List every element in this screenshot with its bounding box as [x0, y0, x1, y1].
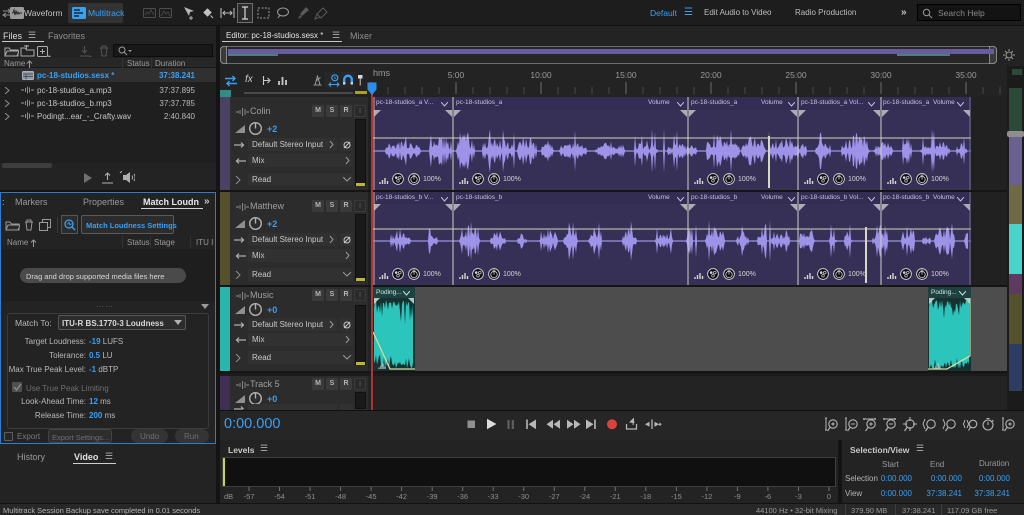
svg-text:10:00: 10:00 — [530, 70, 552, 80]
svg-text:dB: dB — [224, 492, 233, 501]
svg-text:0: 0 — [827, 492, 831, 501]
svg-text:-30: -30 — [518, 492, 529, 501]
svg-text:-48: -48 — [335, 492, 346, 501]
svg-text:15:00: 15:00 — [615, 70, 637, 80]
svg-text:-39: -39 — [427, 492, 438, 501]
svg-text:-21: -21 — [610, 492, 621, 501]
svg-text:-42: -42 — [396, 492, 407, 501]
svg-text:25:00: 25:00 — [785, 70, 807, 80]
svg-text:-27: -27 — [549, 492, 560, 501]
svg-text:5:00: 5:00 — [448, 70, 465, 80]
svg-text:-54: -54 — [274, 492, 285, 501]
svg-text:-33: -33 — [488, 492, 499, 501]
svg-text:-12: -12 — [701, 492, 712, 501]
svg-text:-9: -9 — [734, 492, 741, 501]
svg-text:-24: -24 — [579, 492, 590, 501]
svg-text:-15: -15 — [671, 492, 682, 501]
svg-text:-18: -18 — [640, 492, 651, 501]
svg-text:-51: -51 — [305, 492, 316, 501]
svg-text:-3: -3 — [795, 492, 802, 501]
svg-text:35:00: 35:00 — [955, 70, 977, 80]
svg-text:-6: -6 — [765, 492, 772, 501]
svg-text:-45: -45 — [366, 492, 377, 501]
svg-text:-36: -36 — [457, 492, 468, 501]
svg-text:30:00: 30:00 — [870, 70, 892, 80]
svg-text:-57: -57 — [244, 492, 255, 501]
svg-text:20:00: 20:00 — [700, 70, 722, 80]
